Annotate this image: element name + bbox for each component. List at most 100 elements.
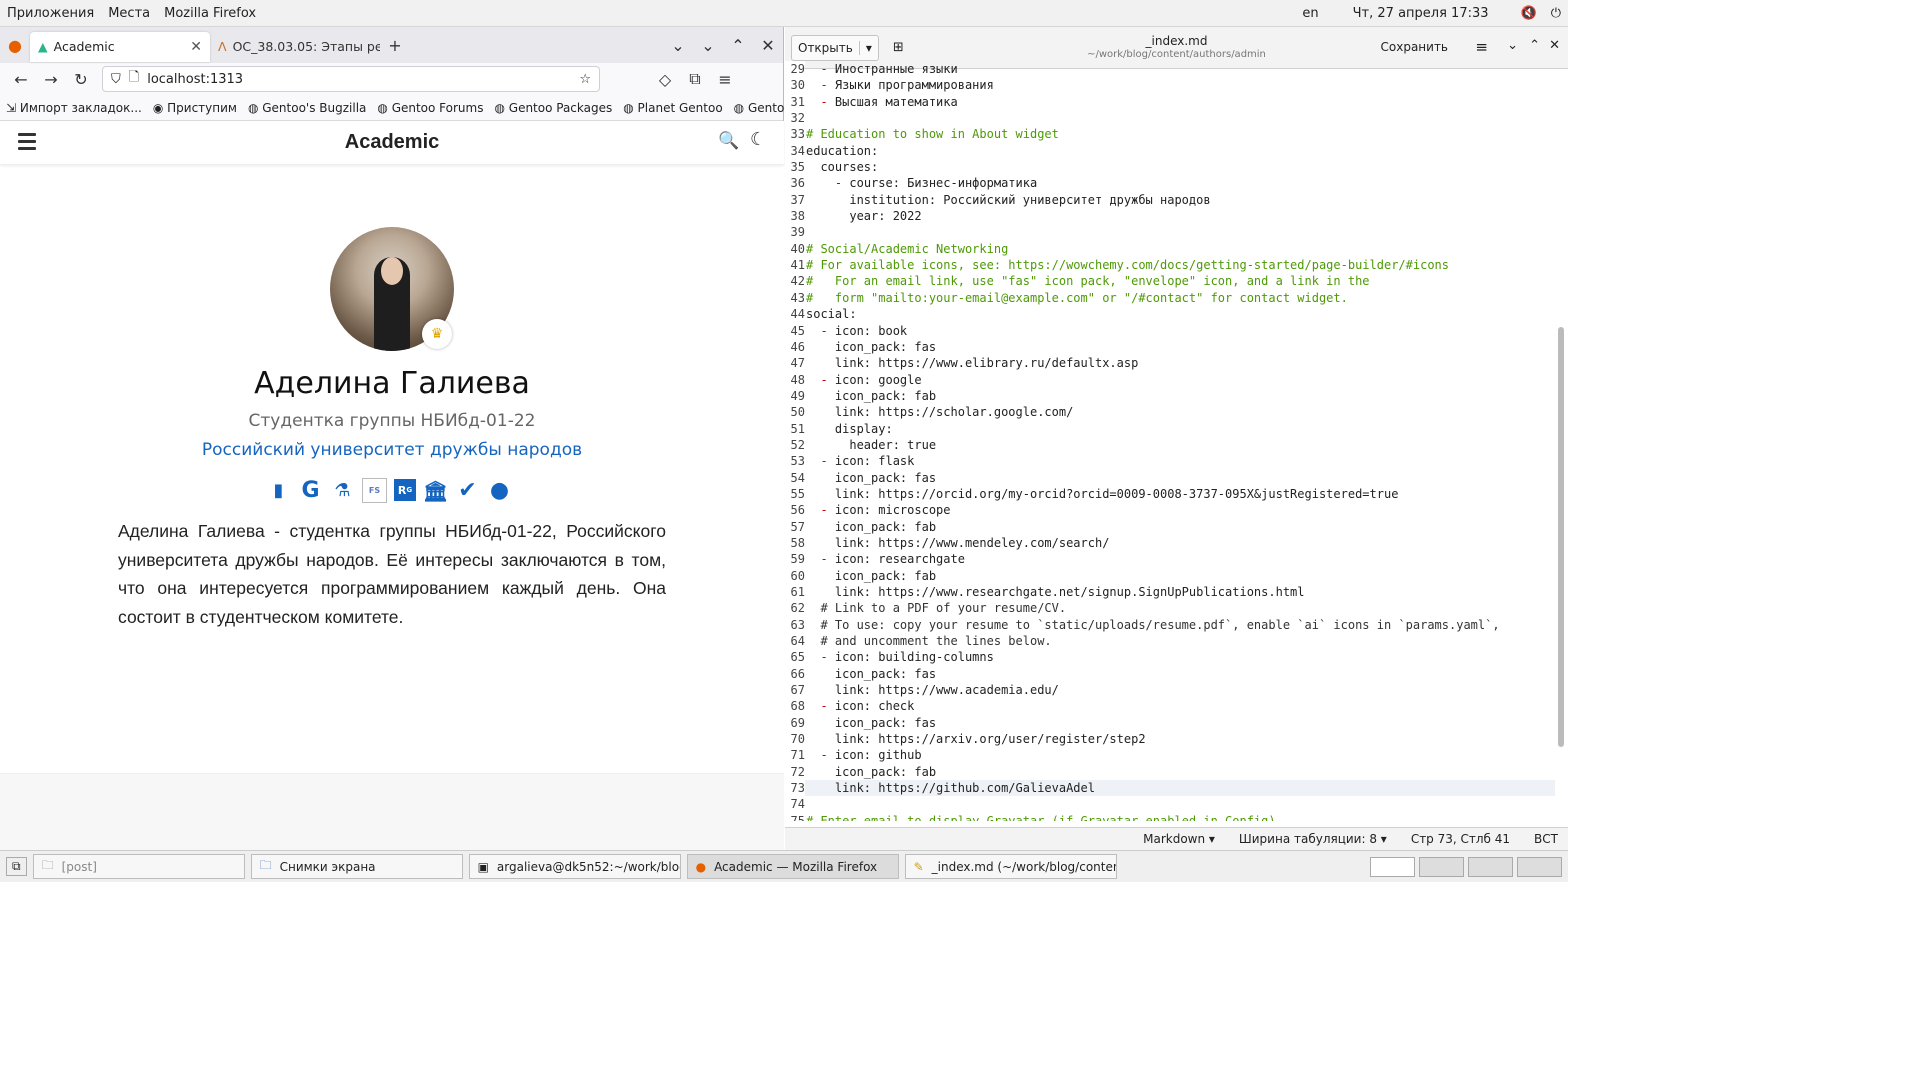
code-line[interactable]: 64 # and uncomment the lines below. [785, 633, 1555, 650]
code-line[interactable]: 60 icon_pack: fab [785, 567, 1555, 584]
code-line[interactable]: 69 icon_pack: fas [785, 714, 1555, 732]
code-line[interactable]: 58 link: https://www.mendeley.com/search… [785, 534, 1555, 552]
code-line[interactable]: 65 - icon: building-columns [785, 649, 1555, 666]
maximize-icon[interactable]: ⌃ [723, 31, 753, 59]
code-line[interactable]: 37 institution: Российский университет д… [785, 191, 1555, 209]
menu-icon[interactable]: ≡ [1475, 38, 1488, 56]
speaker-muted-icon[interactable]: 🔇 [1514, 6, 1544, 21]
back-icon[interactable]: ← [6, 65, 36, 93]
search-icon[interactable]: 🔍 [718, 131, 739, 151]
code-line[interactable]: 45 - icon: book [785, 322, 1555, 339]
workspace-1[interactable] [1370, 856, 1415, 877]
code-line[interactable]: 34 education: [785, 142, 1555, 160]
code-line[interactable]: 67 link: https://www.academia.edu/ [785, 682, 1555, 699]
close-window-icon[interactable]: ✕ [753, 31, 783, 59]
profile-university[interactable]: Российский университет дружбы народов [0, 440, 784, 460]
save-button[interactable]: Сохранить [1381, 40, 1449, 54]
reload-icon[interactable]: ↻ [66, 65, 96, 93]
task-item[interactable]: 🗀 Снимки экрана [250, 854, 463, 879]
forward-icon[interactable]: → [36, 65, 66, 93]
site-brand[interactable]: Academic [0, 131, 784, 154]
code-line[interactable]: 31 - Высшая математика [785, 93, 1555, 111]
close-window-icon[interactable]: ✕ [1549, 38, 1560, 53]
close-tab-icon[interactable]: ✕ [190, 39, 202, 55]
code-line[interactable]: 46 icon_pack: fas [785, 338, 1555, 356]
places-menu[interactable]: Места [101, 6, 157, 21]
check-icon[interactable]: ✔ [455, 478, 480, 503]
code-line[interactable]: 62 # Link to a PDF of your resume/CV. [785, 600, 1555, 617]
bookmark-item[interactable]: ◍ Gentoo's Bugzilla [248, 101, 366, 115]
cursor-position[interactable]: Стр 73, Стлб 41 [1411, 832, 1510, 846]
keyboard-layout[interactable]: en [1295, 6, 1325, 21]
flask-icon[interactable]: ⚗ [330, 478, 355, 503]
tab-academic[interactable]: ▲ Academic ✕ [30, 31, 210, 62]
researchgate-icon[interactable]: RG [394, 479, 416, 501]
clock[interactable]: Чт, 27 апреля 17:33 [1346, 6, 1496, 21]
code-line[interactable]: 75 # Enter email to display Gravatar (if … [785, 812, 1555, 821]
workspace-4[interactable] [1517, 856, 1562, 877]
code-line[interactable]: 54 icon_pack: fas [785, 469, 1555, 486]
code-line[interactable]: 42 # For an email link, use "fas" icon pa… [785, 273, 1555, 290]
bookmark-item[interactable]: ◍ Gentoo Packages [494, 101, 612, 115]
code-line[interactable]: 40 # Social/Academic Networking [785, 240, 1555, 258]
code-line[interactable]: 61 link: https://www.researchgate.net/si… [785, 584, 1555, 601]
language-selector[interactable]: Markdown ▾ [1143, 832, 1215, 846]
minimize-icon[interactable]: ⌄ [1507, 38, 1518, 53]
list-tabs-icon[interactable]: ⌄ [663, 31, 693, 59]
code-line[interactable]: 48 - icon: google [785, 371, 1555, 388]
tab-width-selector[interactable]: Ширина табуляции: 8 ▾ [1239, 832, 1387, 846]
bookmark-item[interactable]: ⇲ Импорт закладок... [6, 101, 142, 115]
task-item[interactable]: ▣ argalieva@dk5n52:~/work/blog [468, 854, 681, 879]
code-line[interactable]: 30 - Языки программирования [785, 77, 1555, 94]
code-line[interactable]: 66 icon_pack: fas [785, 665, 1555, 683]
maximize-icon[interactable]: ⌃ [1529, 38, 1540, 53]
code-line[interactable]: 35 courses: [785, 159, 1555, 176]
code-line[interactable]: 72 icon_pack: fab [785, 763, 1555, 781]
task-item[interactable]: ● Academic — Mozilla Firefox [686, 854, 899, 879]
code-line[interactable]: 70 link: https://arxiv.org/user/register… [785, 731, 1555, 748]
code-line[interactable]: 44 social: [785, 306, 1555, 323]
minimize-icon[interactable]: ⌄ [693, 31, 723, 59]
github-icon[interactable]: ● [487, 478, 512, 503]
bookmark-star-icon[interactable]: ☆ [579, 72, 591, 87]
applications-menu[interactable]: Приложения [0, 6, 101, 21]
shield-icon[interactable]: ⛉ [111, 72, 121, 87]
book-icon[interactable]: ▮ [266, 478, 291, 503]
code-line[interactable]: 74 [785, 796, 1555, 813]
code-line[interactable]: 39 [785, 224, 1555, 241]
tab-os[interactable]: Λ ОС_38.03.05: Этапы реали ✕ [210, 32, 380, 62]
code-line[interactable]: 59 - icon: researchgate [785, 551, 1555, 568]
code-line[interactable]: 63 # To use: copy your resume to `static… [785, 616, 1555, 634]
workspace-3[interactable] [1468, 856, 1513, 877]
scrollbar[interactable] [1558, 327, 1564, 747]
bookmark-item[interactable]: ◍ Gentoo Forums [377, 101, 483, 115]
code-line[interactable]: 32 [785, 110, 1555, 127]
menu-icon[interactable]: ≡ [710, 65, 740, 93]
code-line[interactable]: 71 - icon: github [785, 747, 1555, 764]
code-line[interactable]: 57 icon_pack: fab [785, 518, 1555, 535]
workspace-2[interactable] [1419, 856, 1464, 877]
code-line[interactable]: 56 - icon: microscope [785, 502, 1555, 519]
extensions-icon[interactable]: ⧉ [680, 65, 710, 93]
google-icon[interactable]: G [298, 478, 323, 503]
code-line[interactable]: 51 display: [785, 420, 1555, 437]
new-tab-icon[interactable]: + [380, 31, 410, 59]
code-line[interactable]: 33 # Education to show in About widget [785, 126, 1555, 143]
building-columns-icon[interactable]: 🏛 [423, 478, 448, 503]
bookmark-item[interactable]: ◉ Приступим [153, 101, 237, 115]
power-icon[interactable]: ⏻ [1544, 6, 1568, 21]
task-item[interactable]: 🗀 [post] [32, 854, 245, 879]
code-line[interactable]: 43 # form "mailto:your-email@example.com"… [785, 289, 1555, 307]
code-line[interactable]: 41 # For available icons, see: https://wo… [785, 257, 1555, 274]
code-view[interactable]: 29 - Иностранные языки 30 - Языки програм… [785, 61, 1555, 821]
task-item[interactable]: ✎ _index.md (~/work/blog/content/a... [904, 854, 1117, 879]
code-line[interactable]: 73 link: https://github.com/GalievaAdel [785, 780, 1555, 797]
bookmark-item[interactable]: ◍ Planet Gentoo [623, 101, 722, 115]
code-line[interactable]: 47 link: https://www.elibrary.ru/default… [785, 355, 1555, 372]
code-line[interactable]: 36 - course: Бизнес-информатика [785, 175, 1555, 192]
orcid-icon[interactable]: FS [362, 478, 387, 503]
firefox-icon[interactable]: ● [0, 31, 30, 59]
code-line[interactable]: 38 year: 2022 [785, 208, 1555, 225]
code-line[interactable]: 29 - Иностранные языки [785, 61, 1555, 78]
code-line[interactable]: 53 - icon: flask [785, 453, 1555, 470]
